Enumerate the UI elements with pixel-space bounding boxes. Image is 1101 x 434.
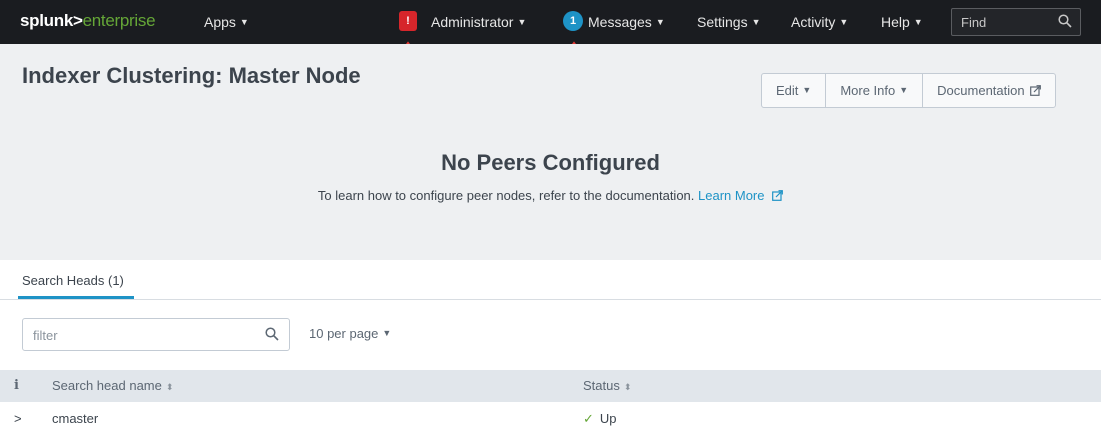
chevron-down-icon: ▼ xyxy=(913,17,923,27)
column-header-status[interactable]: Status ⬍ xyxy=(583,378,631,393)
header-button-group: Edit ▼ More Info ▼ Documentation xyxy=(761,73,1057,108)
search-icon[interactable] xyxy=(1058,14,1072,33)
help-menu-label: Help xyxy=(881,14,910,30)
sort-icon: ⬍ xyxy=(165,382,174,392)
column-header-label: Status xyxy=(583,378,620,393)
chevron-down-icon: ▼ xyxy=(899,85,909,95)
external-link-icon xyxy=(1030,85,1042,96)
chevron-down-icon: ▼ xyxy=(517,17,527,27)
chevron-down-icon: ▼ xyxy=(655,17,665,27)
learn-more-link[interactable]: Learn More xyxy=(698,188,784,203)
search-head-name-cell: cmaster xyxy=(52,411,99,426)
search-icon xyxy=(265,327,279,346)
edit-button-label: Edit xyxy=(776,83,799,98)
activity-menu[interactable]: Activity ▼ xyxy=(791,14,848,30)
settings-menu-label: Settings xyxy=(697,14,748,30)
chevron-down-icon: ▼ xyxy=(239,17,249,27)
info-icon: i xyxy=(14,378,19,393)
messages-count-badge[interactable]: 1 xyxy=(563,11,583,31)
column-header-search-head-name[interactable]: Search head name ⬍ xyxy=(52,378,173,393)
status-cell: ✓ Up xyxy=(583,411,617,427)
administrator-menu-label: Administrator xyxy=(431,14,514,30)
settings-menu[interactable]: Settings ▼ xyxy=(697,14,761,30)
find-placeholder: Find xyxy=(961,15,987,30)
tab-divider xyxy=(0,299,1101,300)
empty-state-message: To learn how to configure peer nodes, re… xyxy=(0,188,1101,203)
check-icon: ✓ xyxy=(583,411,594,426)
more-info-button[interactable]: More Info ▼ xyxy=(826,74,924,107)
tab-search-heads[interactable]: Search Heads (1) xyxy=(22,273,124,288)
column-header-label: Search head name xyxy=(52,378,162,393)
external-link-icon xyxy=(772,190,784,201)
expand-row-icon[interactable]: > xyxy=(14,411,22,426)
logo-splunk-text: splunk> xyxy=(20,11,83,30)
chevron-down-icon: ▼ xyxy=(802,85,812,95)
documentation-button[interactable]: Documentation xyxy=(923,74,1055,107)
page-title: Indexer Clustering: Master Node xyxy=(22,63,361,88)
chevron-down-icon: ▼ xyxy=(839,17,849,27)
filter-input[interactable]: filter xyxy=(22,318,290,351)
sort-icon: ⬍ xyxy=(623,382,632,392)
chevron-down-icon: ▼ xyxy=(751,17,761,27)
more-info-button-label: More Info xyxy=(840,83,896,98)
filter-placeholder: filter xyxy=(33,328,58,343)
apps-menu[interactable]: Apps ▼ xyxy=(204,14,249,30)
empty-state-text: To learn how to configure peer nodes, re… xyxy=(317,188,695,203)
chevron-down-icon: ▼ xyxy=(382,328,392,338)
edit-button[interactable]: Edit ▼ xyxy=(762,74,827,107)
table-row: > cmaster ✓ Up xyxy=(0,402,1101,434)
splunk-logo[interactable]: splunk>enterprise xyxy=(20,11,156,31)
administrator-menu[interactable]: Administrator ▼ xyxy=(431,14,526,30)
status-text: Up xyxy=(599,411,617,426)
apps-menu-label: Apps xyxy=(204,14,236,30)
table-header: i Search head name ⬍ Status ⬍ xyxy=(0,370,1101,402)
activity-menu-label: Activity xyxy=(791,14,836,30)
top-navigation-bar: splunk>enterprise Apps ▼ ! Administrator ▼… xyxy=(0,0,1101,44)
per-page-dropdown[interactable]: 10 per page ▼ xyxy=(309,326,391,341)
find-input[interactable]: Find xyxy=(951,8,1081,36)
per-page-label: 10 per page xyxy=(309,326,379,341)
messages-menu-label: Messages xyxy=(588,14,652,30)
documentation-button-label: Documentation xyxy=(937,83,1025,98)
empty-state-title: No Peers Configured xyxy=(441,150,660,175)
logo-enterprise-text: enterprise xyxy=(82,11,156,30)
help-menu[interactable]: Help ▼ xyxy=(881,14,923,30)
learn-more-label: Learn More xyxy=(698,188,765,203)
messages-menu[interactable]: Messages ▼ xyxy=(588,14,665,30)
health-alert-badge[interactable]: ! xyxy=(399,11,417,31)
